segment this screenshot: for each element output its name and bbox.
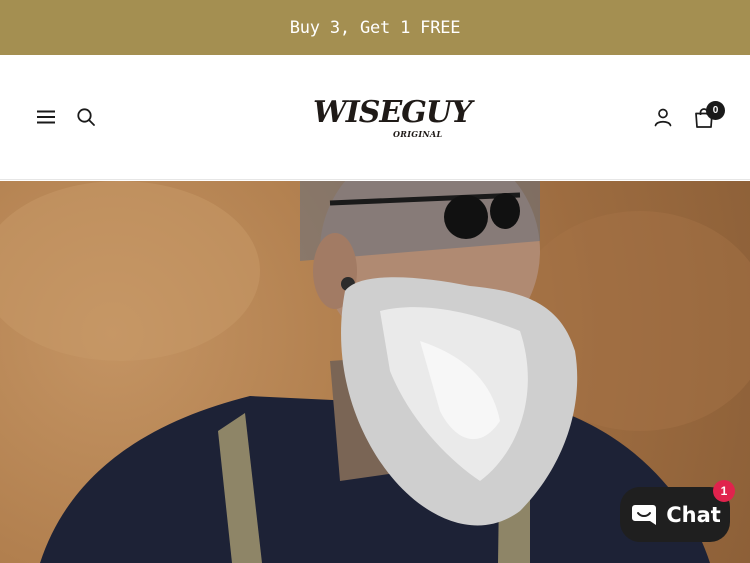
logo-tagline: ORIGINAL — [393, 129, 443, 139]
logo-wordmark: WISEGUY — [313, 95, 472, 130]
chat-unread-badge: 1 — [713, 480, 735, 502]
search-icon — [77, 108, 95, 126]
announcement-bar: Buy 3, Get 1 FREE — [0, 0, 750, 55]
site-logo[interactable]: WISEGUY ORIGINAL — [310, 91, 472, 143]
announcement-text: Buy 3, Get 1 FREE — [289, 17, 461, 38]
hamburger-menu-icon — [37, 110, 55, 124]
user-icon — [654, 108, 672, 127]
site-header: WISEGUY ORIGINAL 0 — [0, 55, 750, 180]
menu-button[interactable] — [33, 104, 59, 130]
chat-label: Chat — [666, 502, 721, 527]
search-button[interactable] — [73, 104, 99, 130]
chat-bubble-icon — [632, 504, 657, 525]
cart-count-badge: 0 — [706, 101, 725, 120]
account-button[interactable] — [650, 104, 676, 130]
